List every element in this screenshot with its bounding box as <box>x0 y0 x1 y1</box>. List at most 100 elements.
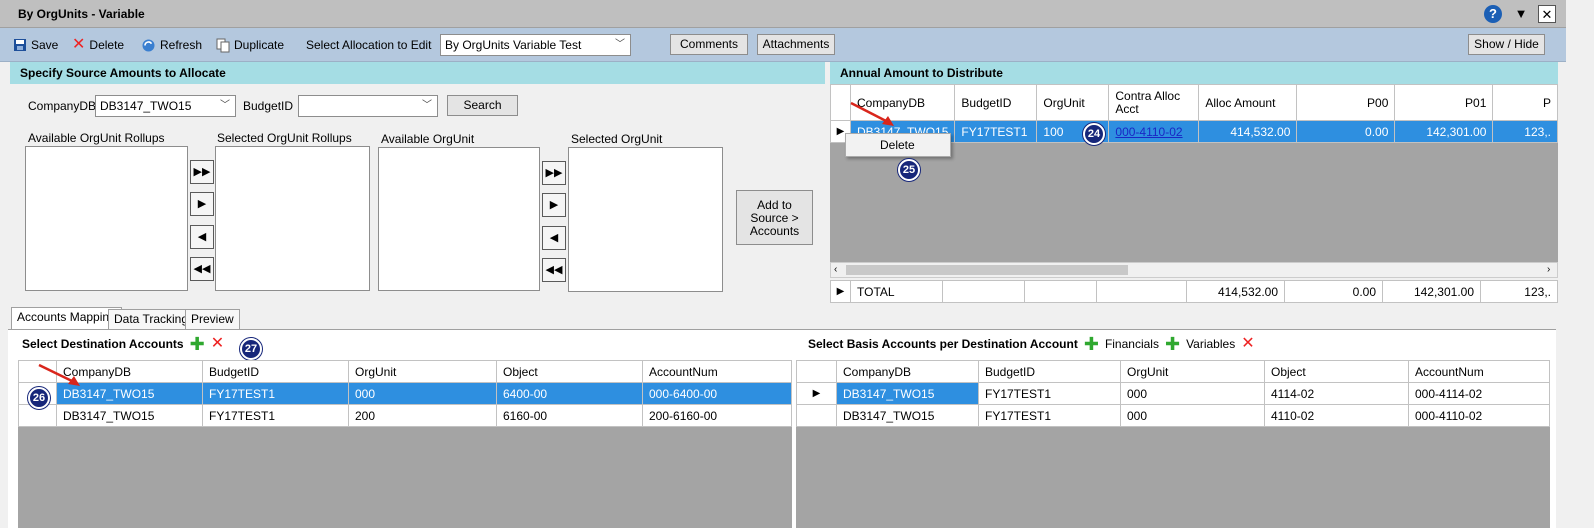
cell-budget[interactable]: FY17TEST1 <box>202 404 349 427</box>
col-header-alloc[interactable]: Alloc Amount <box>1198 84 1298 121</box>
total-p01: 142,301.00 <box>1382 280 1481 303</box>
available-orgunit-list[interactable] <box>378 147 540 291</box>
cell-budget[interactable]: FY17TEST1 <box>954 120 1038 143</box>
show-hide-button[interactable]: Show / Hide <box>1468 34 1545 55</box>
selected-rollups-list[interactable] <box>215 146 370 291</box>
total-p02: 123,. <box>1480 280 1558 303</box>
move-right-orgunit-button[interactable]: ▶ <box>542 193 566 217</box>
duplicate-button[interactable]: Duplicate <box>216 37 284 53</box>
col-header-budget[interactable]: BudgetID <box>954 84 1038 121</box>
col-header-budget[interactable]: BudgetID <box>202 360 349 383</box>
cell-orgunit[interactable]: 000 <box>1120 404 1265 427</box>
cell-account[interactable]: 000-6400-00 <box>642 382 792 405</box>
cell-account[interactable]: 200-6160-00 <box>642 404 792 427</box>
scroll-left-icon[interactable]: ‹ <box>834 264 837 275</box>
col-header-account[interactable]: AccountNum <box>1408 360 1550 383</box>
contra-link[interactable]: 000-4110-02 <box>1115 125 1182 139</box>
tab-preview[interactable]: Preview <box>185 309 240 329</box>
col-header-object[interactable]: Object <box>496 360 643 383</box>
total-budget <box>942 280 1025 303</box>
allocation-select[interactable]: By OrgUnits Variable Test ﹀ <box>440 34 631 56</box>
col-header-object[interactable]: Object <box>1264 360 1409 383</box>
move-all-left-orgunit-button[interactable]: ◀◀ <box>542 258 566 282</box>
cell-account[interactable]: 000-4110-02 <box>1408 404 1550 427</box>
col-header-p02[interactable]: P <box>1492 84 1558 121</box>
table-row[interactable]: DB3147_TWO15 FY17TEST1 200 6160-00 200-6… <box>18 404 792 427</box>
cell-company[interactable]: DB3147_TWO15 <box>836 382 979 405</box>
move-right-button[interactable]: ▶ <box>190 192 214 216</box>
minimize-icon[interactable]: ▼ <box>1512 5 1530 23</box>
cell-contra[interactable]: 000-4110-02 <box>1108 120 1200 143</box>
add-icon[interactable]: ✚ <box>190 335 205 353</box>
cell-object[interactable]: 4114-02 <box>1264 382 1409 405</box>
budget-label: BudgetID <box>243 99 294 113</box>
move-all-left-button[interactable]: ◀◀ <box>190 257 214 281</box>
cell-company[interactable]: DB3147_TWO15 <box>836 404 979 427</box>
refresh-button[interactable]: Refresh <box>141 37 202 53</box>
cell-budget[interactable]: FY17TEST1 <box>978 404 1121 427</box>
col-header-company[interactable]: CompanyDB <box>836 360 979 383</box>
destination-grid: CompanyDB BudgetID OrgUnit Object Accoun… <box>18 360 792 427</box>
available-rollups-list[interactable] <box>25 146 188 291</box>
cell-orgunit[interactable]: 000 <box>1120 382 1265 405</box>
cell-company[interactable]: DB3147_TWO15 <box>56 404 203 427</box>
cell-object[interactable]: 6400-00 <box>496 382 643 405</box>
cell-budget[interactable]: FY17TEST1 <box>978 382 1121 405</box>
table-row[interactable]: DB3147_TWO15 FY17TEST1 000 4110-02 000-4… <box>796 404 1550 427</box>
col-header-orgunit[interactable]: OrgUnit <box>1120 360 1265 383</box>
cell-alloc[interactable]: 414,532.00 <box>1198 120 1298 143</box>
remove-icon[interactable]: ✕ <box>211 336 224 352</box>
context-menu-delete[interactable]: Delete <box>845 133 951 157</box>
scroll-thumb[interactable] <box>846 265 1128 275</box>
tab-accounts-mapping[interactable]: Accounts Mapping <box>11 307 122 330</box>
step-badge-27: 27 <box>240 338 262 360</box>
attachments-button[interactable]: Attachments <box>757 34 835 55</box>
row-selector[interactable] <box>796 404 837 427</box>
cell-orgunit[interactable]: 000 <box>348 382 497 405</box>
save-icon <box>14 39 26 51</box>
col-header-contra[interactable]: Contra Alloc Acct <box>1108 84 1200 121</box>
budget-select[interactable]: ﹀ <box>298 95 438 117</box>
cell-p02[interactable]: 123,. <box>1492 120 1558 143</box>
cell-orgunit[interactable]: 200 <box>348 404 497 427</box>
col-header-orgunit[interactable]: OrgUnit <box>1036 84 1110 121</box>
close-icon[interactable]: ✕ <box>1538 5 1556 23</box>
row-selector[interactable]: ▶ <box>796 382 837 405</box>
col-header-orgunit[interactable]: OrgUnit <box>348 360 497 383</box>
col-header-budget[interactable]: BudgetID <box>978 360 1121 383</box>
select-allocation-label: Select Allocation to Edit <box>306 38 432 52</box>
cell-object[interactable]: 6160-00 <box>496 404 643 427</box>
move-all-right-orgunit-button[interactable]: ▶▶ <box>542 161 566 185</box>
cell-account[interactable]: 000-4114-02 <box>1408 382 1550 405</box>
comments-button[interactable]: Comments <box>670 34 748 55</box>
financials-button[interactable]: Financials <box>1105 337 1159 351</box>
variables-button[interactable]: Variables <box>1186 337 1235 351</box>
delete-button[interactable]: ✕ Delete <box>72 37 124 53</box>
add-financials-icon[interactable]: ✚ <box>1084 335 1099 353</box>
cell-p00[interactable]: 0.00 <box>1296 120 1396 143</box>
remove-icon[interactable]: ✕ <box>1241 336 1254 352</box>
add-to-source-button[interactable]: Add to Source > Accounts <box>736 190 813 245</box>
add-variables-icon[interactable]: ✚ <box>1165 335 1180 353</box>
help-icon[interactable]: ? <box>1484 5 1502 23</box>
horizontal-scrollbar[interactable]: ‹ › <box>830 262 1558 278</box>
col-header-account[interactable]: AccountNum <box>642 360 792 383</box>
table-row[interactable]: ▶ DB3147_TWO15 FY17TEST1 000 6400-00 000… <box>18 382 792 405</box>
col-header-p01[interactable]: P01 <box>1394 84 1494 121</box>
total-contra <box>1096 280 1187 303</box>
company-select[interactable]: DB3147_TWO15 ﹀ <box>95 95 236 117</box>
save-label: Save <box>31 38 59 52</box>
save-button[interactable]: Save <box>13 37 58 53</box>
cell-object[interactable]: 4110-02 <box>1264 404 1409 427</box>
table-row[interactable]: ▶ DB3147_TWO15 FY17TEST1 000 4114-02 000… <box>796 382 1550 405</box>
move-left-button[interactable]: ◀ <box>190 225 214 249</box>
col-header-p00[interactable]: P00 <box>1296 84 1396 121</box>
scroll-right-icon[interactable]: › <box>1547 264 1550 275</box>
cell-p01[interactable]: 142,301.00 <box>1394 120 1494 143</box>
cell-budget[interactable]: FY17TEST1 <box>202 382 349 405</box>
selected-orgunit-list[interactable] <box>568 147 723 292</box>
search-button[interactable]: Search <box>447 95 518 116</box>
move-all-right-button[interactable]: ▶▶ <box>190 160 214 184</box>
tab-data-tracking[interactable]: Data Tracking <box>108 309 195 329</box>
move-left-orgunit-button[interactable]: ◀ <box>542 226 566 250</box>
